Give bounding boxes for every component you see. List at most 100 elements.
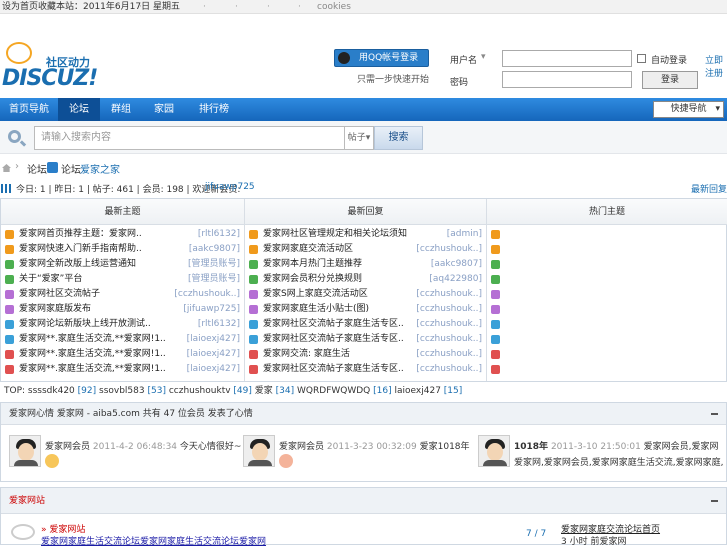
thread-title[interactable]: 爱家网社区交流帖子家庭生活专区.. [263, 332, 404, 347]
thread-author[interactable]: [cczhushouk..] [416, 242, 482, 257]
breadcrumb-link[interactable]: 爱家之家 [80, 161, 120, 176]
nav-item-home[interactable]: 首页导航 [0, 98, 58, 121]
thread-title[interactable]: 爱家网首页推荐主题：爱家网.. [19, 227, 142, 242]
password-input[interactable] [502, 71, 632, 88]
thread-author[interactable]: [cczhushouk..] [416, 302, 482, 317]
list-item[interactable] [487, 272, 727, 287]
thread-author[interactable]: [rltl6132] [198, 317, 240, 332]
thread-title[interactable]: 关于“爱家”平台 [19, 272, 82, 287]
list-item[interactable] [487, 242, 727, 257]
thread-title[interactable]: 爱家网会员积分兑换规则 [263, 272, 362, 287]
thread-title[interactable]: 爱家网**.家庭生活交流,**爱家网!1.. [19, 347, 166, 362]
list-item[interactable]: 爱家网首页推荐主题：爱家网.. [rltl6132] [1, 227, 244, 242]
thread-author[interactable]: [laioexj427] [187, 362, 240, 377]
list-item[interactable]: 爱家网社区交流帖子家庭生活专区.. [cczhushouk..] [245, 362, 486, 377]
list-item[interactable] [487, 257, 727, 272]
latest-reply-link[interactable]: 最新回复 [691, 182, 727, 195]
nav-item-forum[interactable]: 论坛 [58, 98, 100, 121]
list-item[interactable]: 爱家网交流: 家庭生活 [cczhushouk..] [245, 347, 486, 362]
thread-title[interactable]: 爱家网全新改版上线运营通知 [19, 257, 136, 272]
thread-author[interactable]: [rltl6132] [198, 227, 240, 242]
breadcrumb-forum[interactable]: 论坛 [27, 161, 47, 176]
nav-item-home-space[interactable]: 家园 [142, 98, 186, 121]
home-icon[interactable] [2, 164, 11, 172]
list-item[interactable]: 爱家网家庭生活小贴士(图) [cczhushouk..] [245, 302, 486, 317]
qq-login-button[interactable]: 用QQ帐号登录 [334, 49, 429, 67]
username-input[interactable] [502, 50, 632, 67]
nav-item-ranking[interactable]: 排行榜 [186, 98, 242, 121]
search-input[interactable]: 请输入搜索内容 [34, 126, 345, 150]
list-item[interactable]: 爱家网**.家庭生活交流,**爱家网!1.. [laioexj427] [1, 362, 244, 377]
list-item[interactable]: 爱家网社区交流帖子 [cczhushouk..] [1, 287, 244, 302]
thread-title[interactable]: 爱家S网上家庭交流活动区 [263, 287, 368, 302]
thread-title[interactable]: 爱家网社区管理规定和相关论坛须知 [263, 227, 407, 242]
list-item[interactable] [487, 332, 727, 347]
thread-title[interactable]: 爱家网社区交流帖子 [19, 287, 100, 302]
list-item[interactable]: 爱家网家庭版发布 [jifuawp725] [1, 302, 244, 317]
list-item[interactable]: 爱家网社区管理规定和相关论坛须知 [admin] [245, 227, 486, 242]
thread-title[interactable]: 爱家网**.家庭生活交流,**爱家网!1.. [19, 332, 166, 347]
thread-author[interactable]: [cczhushouk..] [416, 347, 482, 362]
thread-author[interactable]: [cczhushouk..] [416, 362, 482, 377]
avatar[interactable] [478, 435, 510, 467]
list-item[interactable] [487, 287, 727, 302]
thread-title[interactable]: 爱家网社区交流帖子家庭生活专区.. [263, 317, 404, 332]
thread-author[interactable]: [laioexj427] [187, 347, 240, 362]
feed-username[interactable]: 1018年 [514, 442, 548, 452]
thread-title[interactable]: 爱家网家庭版发布 [19, 302, 91, 317]
quick-nav-select[interactable]: 快捷导航 ▾ [653, 101, 724, 118]
login-button[interactable]: 登录 [642, 71, 698, 89]
list-item[interactable]: 爱家网快速入门新手指南帮助.. [aakc9807] [1, 242, 244, 257]
search-button[interactable]: 搜索 [374, 126, 423, 150]
thread-author[interactable]: [aakc9807] [431, 257, 482, 272]
feed-username[interactable]: 爱家网会员 [279, 442, 324, 452]
register-link[interactable]: 立即注册 [705, 53, 727, 79]
top-user-link[interactable]: 爱家 [255, 386, 273, 396]
search-type-select[interactable]: 帖子▾ [345, 126, 374, 150]
list-item[interactable]: 爱家网家庭交流活动区 [cczhushouk..] [245, 242, 486, 257]
thread-title[interactable]: 爱家网论坛新版块上线开放测试.. [19, 317, 151, 332]
list-item[interactable] [487, 347, 727, 362]
thread-author[interactable]: [cczhushouk..] [416, 287, 482, 302]
list-item[interactable]: 关于“爱家”平台 [管理员账号] [1, 272, 244, 287]
cookies-link[interactable]: cookies [317, 0, 351, 14]
list-item[interactable]: 爱家S网上家庭交流活动区 [cczhushouk..] [245, 287, 486, 302]
thread-author[interactable]: [jifuawp725] [183, 302, 240, 317]
list-item[interactable]: 爱家网会员积分兑换规则 [aq422980] [245, 272, 486, 287]
thread-author[interactable]: [管理员账号] [188, 257, 240, 272]
feed-username[interactable]: 爱家网会员 [45, 442, 90, 452]
list-item[interactable]: 爱家网全新改版上线运营通知 [管理员账号] [1, 257, 244, 272]
thread-title[interactable]: 爱家网家庭交流活动区 [263, 242, 353, 257]
top-user-link[interactable]: ssovbl583 [99, 386, 145, 396]
list-item[interactable] [487, 362, 727, 377]
thread-title[interactable]: 爱家网本月热门主题推荐 [263, 257, 362, 272]
thread-author[interactable]: [cczhushouk..] [416, 332, 482, 347]
thread-author[interactable]: [cczhushouk..] [416, 317, 482, 332]
top-user-link[interactable]: ssssdk420 [28, 386, 75, 396]
list-item[interactable] [487, 317, 727, 332]
list-item[interactable]: 爱家网社区交流帖子家庭生活专区.. [cczhushouk..] [245, 332, 486, 347]
list-item[interactable]: 爱家网论坛新版块上线开放测试.. [rltl6132] [1, 317, 244, 332]
thread-author[interactable]: [admin] [447, 227, 482, 242]
nav-item-groups[interactable]: 群组 [100, 98, 142, 121]
thread-title[interactable]: 爱家网交流: 家庭生活 [263, 347, 350, 362]
username-type-dropdown[interactable]: ▾ [481, 52, 486, 62]
thread-title[interactable]: 爱家网快速入门新手指南帮助.. [19, 242, 142, 257]
top-user-link[interactable]: cczhushouktv [169, 386, 231, 396]
list-item[interactable] [487, 302, 727, 317]
list-item[interactable]: 爱家网社区交流帖子家庭生活专区.. [cczhushouk..] [245, 317, 486, 332]
list-item[interactable]: 爱家网**.家庭生活交流,**爱家网!1.. [laioexj427] [1, 347, 244, 362]
avatar[interactable] [9, 435, 41, 467]
thread-author[interactable]: [aq422980] [429, 272, 482, 287]
thread-author[interactable]: [aakc9807] [189, 242, 240, 257]
thread-author[interactable]: [laioexj427] [187, 332, 240, 347]
thread-title[interactable]: 爱家网社区交流帖子家庭生活专区.. [263, 362, 404, 377]
list-item[interactable]: 爱家网**.家庭生活交流,**爱家网!1.. [laioexj427] [1, 332, 244, 347]
newest-member-link[interactable]: jifuawp725 [205, 182, 255, 192]
list-item[interactable]: 爱家网本月热门主题推荐 [aakc9807] [245, 257, 486, 272]
thread-author[interactable]: [管理员账号] [188, 272, 240, 287]
collapse-icon[interactable] [711, 413, 718, 415]
auto-login-checkbox[interactable] [637, 54, 646, 63]
thread-author[interactable]: [cczhushouk..] [174, 287, 240, 302]
top-user-link[interactable]: WQRDFWQWDQ [297, 386, 370, 396]
